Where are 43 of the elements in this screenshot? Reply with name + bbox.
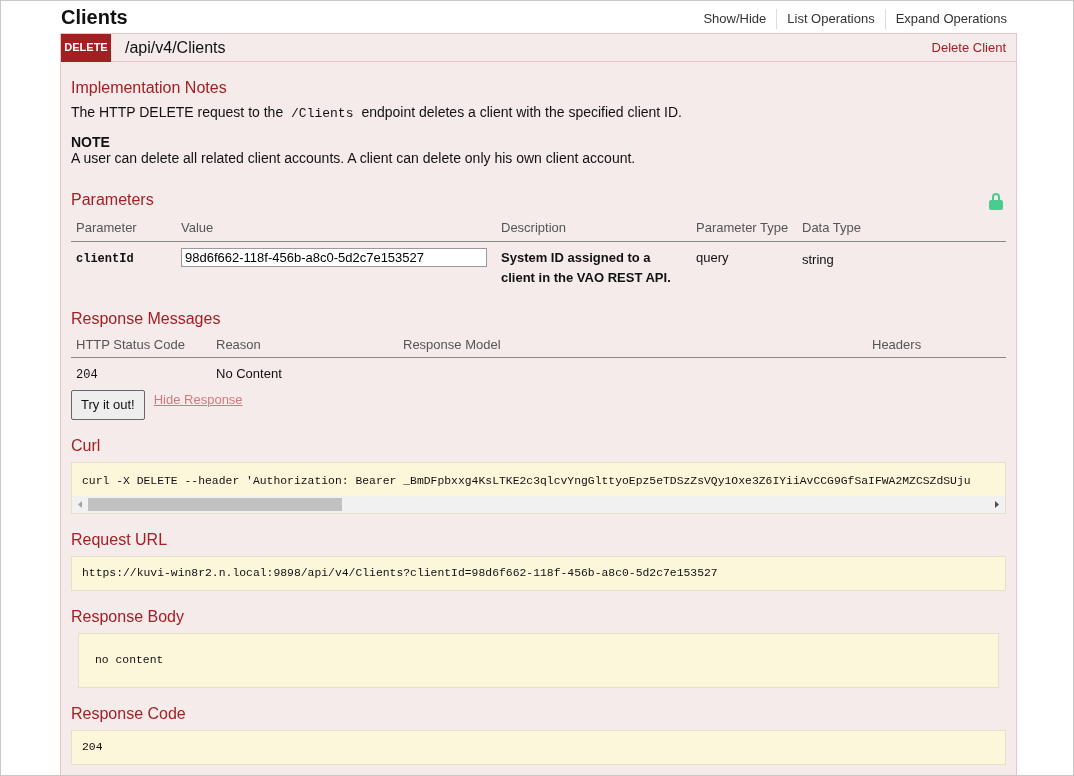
scroll-left-icon[interactable]: [78, 500, 82, 508]
request-url: https://kuvi-win8r2.n.local:9898/api/v4/Clients?clientId=98d6f662-118f-456b-a8c0-5d2c7e153527: [82, 565, 718, 581]
parameter-type: query: [696, 250, 729, 265]
data-type: string: [802, 252, 834, 267]
section-heading: Parameters: [71, 189, 154, 210]
status-reason: No Content: [216, 365, 282, 381]
operation-header[interactable]: DELETE /api/v4/Clients Delete Client: [61, 34, 1016, 62]
section-heading: Implementation Notes: [71, 78, 227, 98]
note-text: A user can delete all related client accounts. A client can delete only his own client account.: [71, 149, 637, 166]
curl-command: curl -X DELETE --header 'Authorization: Bearer _BmDFpbxxg4KsLTKE2c3qlcvYngGlttyoEpz5eTDSzZsVQy1Oxe3Z6IYiiAvCCG9GfSaIFWA2MZCSZdSUju: [82, 473, 971, 489]
column-header: HTTP Status Code: [76, 337, 185, 352]
operation-path: /api/v4/Clients: [125, 37, 226, 58]
parameter-name: clientId: [76, 252, 134, 266]
section-heading: Response Code: [71, 703, 186, 724]
resource-link[interactable]: List Operations: [776, 9, 885, 29]
scroll-right-icon[interactable]: [995, 500, 999, 508]
status-code: 204: [76, 367, 98, 382]
column-header: Headers: [872, 337, 922, 352]
horizontal-scrollbar[interactable]: [72, 495, 1005, 513]
method-badge: DELETE: [61, 33, 111, 62]
client-id-field[interactable]: 98d6f662-118f-456b-a8c0-5d2c7e153527: [181, 248, 487, 268]
resource-link[interactable]: Show/Hide: [693, 9, 777, 29]
operation-summary: Delete Client: [931, 38, 1006, 57]
column-header: Reason: [216, 337, 261, 352]
section-heading: Response Body: [71, 606, 184, 627]
resource-link[interactable]: Expand Operations: [884, 9, 1017, 29]
column-header: Value: [181, 219, 214, 235]
section-heading: Response Messages: [71, 309, 221, 329]
column-header: Response Model: [403, 337, 501, 352]
column-header: Data Type: [802, 219, 862, 235]
try-it-out-button[interactable]: Try it out!: [71, 389, 145, 420]
resource-title: Clients: [60, 5, 128, 30]
section-heading: Request URL: [71, 529, 168, 550]
lock-icon[interactable]: [988, 191, 1004, 210]
notes-text: The HTTP DELETE request to the /Clients endpoint deletes a client with the specified client ID.: [71, 103, 683, 123]
response-body: no content: [95, 652, 164, 668]
column-header: Parameter Type: [696, 219, 789, 235]
parameter-description: System ID assigned to a client in the VAO REST API.: [501, 250, 671, 285]
response-code: 204: [82, 739, 103, 755]
column-header: Description: [501, 219, 567, 235]
section-heading: Curl: [71, 435, 101, 456]
note-title: NOTE: [71, 133, 110, 150]
column-header: Parameter: [76, 219, 137, 235]
